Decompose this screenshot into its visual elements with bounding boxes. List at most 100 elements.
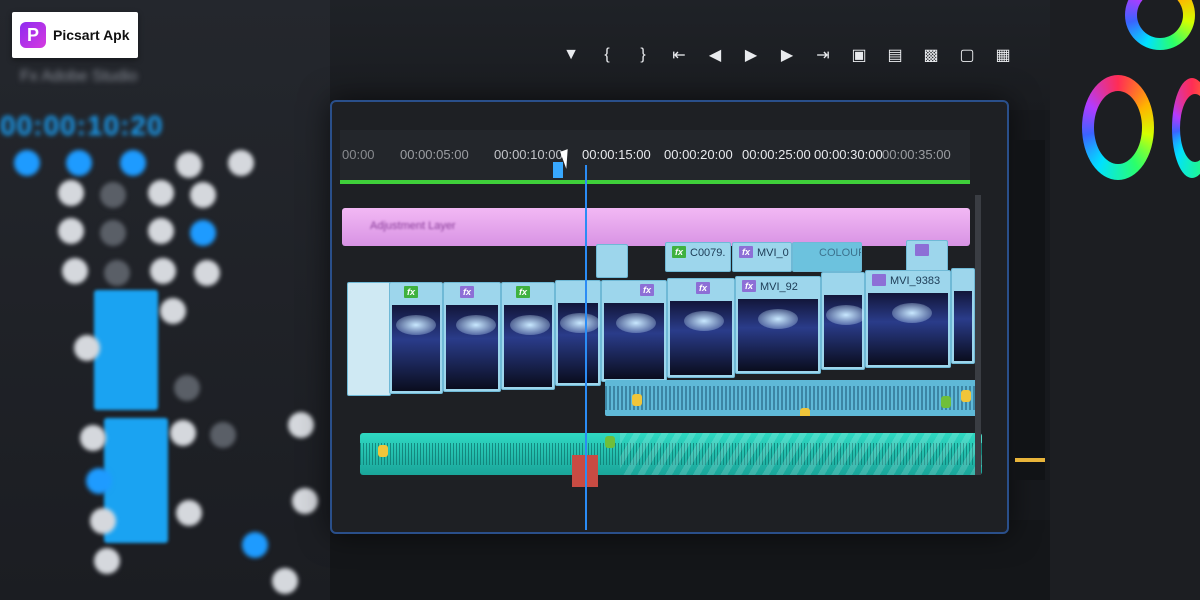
left-toggle-2[interactable] (66, 150, 92, 176)
track-button[interactable] (148, 218, 174, 244)
clip-thumbnail (670, 301, 732, 375)
track-button[interactable] (160, 298, 186, 324)
track-button[interactable] (210, 422, 236, 448)
video-clip[interactable] (951, 268, 975, 364)
track-button[interactable] (58, 218, 84, 244)
audio-meter (1015, 140, 1045, 480)
track-button[interactable] (242, 532, 268, 558)
track-button[interactable] (90, 508, 116, 534)
track-button[interactable] (194, 260, 220, 286)
audio-clip-track-2[interactable] (360, 433, 982, 475)
fx-badge-icon: fx (460, 286, 474, 298)
keyframe-icon[interactable] (632, 394, 642, 406)
left-toggle-1[interactable] (14, 150, 40, 176)
track-height-bar[interactable] (94, 290, 158, 410)
track-button[interactable] (62, 258, 88, 284)
clip-thumbnail (558, 303, 600, 383)
audio-meter-level (1015, 458, 1045, 462)
track-button[interactable] (74, 335, 100, 361)
video-clip[interactable]: MVI_9383 (865, 270, 951, 368)
fx-badge-icon (915, 244, 929, 256)
ruler-label: 00:00:15:00 (582, 147, 651, 162)
video-clip[interactable]: fx C0079. (665, 242, 731, 272)
wrench-icon[interactable] (228, 150, 254, 176)
color-wheel[interactable] (1082, 75, 1154, 180)
audio-waveform (605, 386, 980, 410)
keyframe-icon[interactable] (941, 396, 951, 408)
track-button[interactable] (292, 488, 318, 514)
track-button[interactable] (272, 568, 298, 594)
video-clip[interactable] (347, 282, 391, 396)
video-clip[interactable] (555, 280, 601, 386)
fx-badge-icon: fx (640, 284, 654, 296)
playhead-handle[interactable] (553, 162, 563, 178)
adjustment-layer-clip[interactable]: Adjustment Layer (342, 208, 970, 246)
video-clip[interactable]: fx (601, 280, 667, 382)
left-toggle-3[interactable] (120, 150, 146, 176)
lift-icon[interactable]: ▩ (920, 44, 942, 66)
track-button[interactable] (104, 260, 130, 286)
fx-badge-icon: fx (742, 280, 756, 292)
clip-thumbnail (954, 291, 972, 361)
keyframe-icon[interactable] (961, 390, 971, 402)
track-button[interactable] (174, 375, 200, 401)
step-forward-icon[interactable]: ▶ (776, 44, 798, 66)
keyframe-icon[interactable] (800, 408, 810, 416)
work-area-bar[interactable] (340, 180, 970, 184)
video-clip[interactable]: fx (667, 278, 735, 378)
video-clip[interactable] (821, 272, 865, 370)
clip-thumbnail (738, 299, 818, 371)
audio-hatch-region (620, 433, 982, 475)
track-button[interactable] (100, 220, 126, 246)
clip-thumbnail (824, 295, 864, 367)
track-button[interactable] (100, 182, 126, 208)
insert-icon[interactable]: ▣ (848, 44, 870, 66)
track-button[interactable] (190, 182, 216, 208)
overwrite-icon[interactable]: ▤ (884, 44, 906, 66)
timeline-scrollbar[interactable] (975, 195, 981, 475)
go-to-out-icon[interactable]: ⇥ (812, 44, 834, 66)
video-clip[interactable]: COLOUR BAR (792, 242, 862, 272)
video-clip[interactable]: fx (389, 282, 443, 394)
step-back-icon[interactable]: ◀ (704, 44, 726, 66)
clip-label: Adjustment Layer (370, 220, 456, 232)
track-button[interactable] (288, 412, 314, 438)
track-button[interactable] (94, 548, 120, 574)
keyframe-icon[interactable] (605, 436, 615, 448)
track-button[interactable] (58, 180, 84, 206)
video-clip[interactable]: fx (501, 282, 555, 390)
ruler-label: 00:00:10:00 (494, 147, 563, 162)
audio-clip-track-1[interactable] (605, 380, 980, 416)
video-clip[interactable]: fx MVI_92 (735, 276, 821, 374)
keyframe-icon[interactable] (378, 445, 388, 457)
ruler-label: 00:00 (342, 147, 375, 162)
brand-badge: P Picsart Apk (12, 12, 138, 58)
timecode-display: 00:00:10:20 (0, 110, 164, 141)
video-clip[interactable]: fx MVI_0 (732, 242, 792, 272)
marker-icon[interactable]: ▼ (560, 44, 582, 66)
export-frame-icon[interactable]: ▢ (956, 44, 978, 66)
track-button[interactable] (150, 258, 176, 284)
go-to-in-icon[interactable]: ⇤ (668, 44, 690, 66)
track-button[interactable] (170, 420, 196, 446)
video-clip[interactable] (596, 244, 628, 278)
playhead-line[interactable] (585, 165, 587, 530)
track-button[interactable] (86, 468, 112, 494)
clip-thumbnail (504, 305, 552, 387)
clip-thumbnail (446, 305, 498, 389)
track-button[interactable] (176, 500, 202, 526)
track-button[interactable] (190, 220, 216, 246)
fx-badge-icon: fx (739, 246, 753, 258)
left-toggle-4[interactable] (176, 152, 202, 178)
compare-icon[interactable]: ▦ (992, 44, 1014, 66)
time-ruler[interactable]: 00:00 00:00:05:00 00:00:10:00 00:00:15:0… (340, 130, 970, 184)
mark-in-icon[interactable]: { (596, 44, 618, 66)
video-clip[interactable]: fx (443, 282, 501, 392)
track-button[interactable] (80, 425, 106, 451)
track-button[interactable] (148, 180, 174, 206)
fx-badge-icon: fx (404, 286, 418, 298)
mark-out-icon[interactable]: } (632, 44, 654, 66)
play-icon[interactable]: ▶ (740, 44, 762, 66)
clip-thumbnail (392, 305, 440, 391)
video-clip[interactable] (906, 240, 948, 272)
